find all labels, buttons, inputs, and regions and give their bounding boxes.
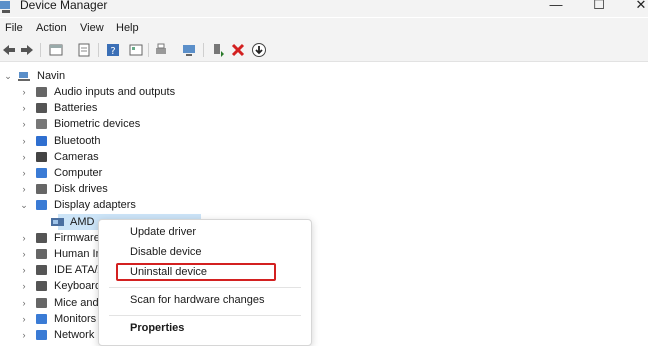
tree-category-label: Computer [54, 167, 103, 179]
tree-category-label: Disk drives [54, 183, 108, 196]
tree-category-label: Display adapters [54, 199, 136, 212]
tree-root-label: Navin [37, 70, 66, 82]
chevron-right-icon[interactable]: › [20, 295, 28, 311]
mouse-icon [36, 297, 47, 308]
menu-help[interactable]: Help [116, 22, 139, 34]
minimize-button[interactable]: — [541, 0, 571, 15]
tree-category-row[interactable]: › Cameras [0, 149, 200, 165]
hid-icon [36, 249, 47, 259]
tree-category-row[interactable]: › Computer [0, 165, 200, 181]
tree-category-label: Audio inputs and outputs [54, 86, 176, 98]
keyboard-icon [36, 281, 47, 292]
back-arrow-icon[interactable] [1, 42, 17, 58]
menu-item-disable-device[interactable]: Disable device [130, 246, 202, 258]
tree-category-label: Bluetooth [54, 134, 101, 147]
tree-category-label: Firmware [54, 231, 100, 244]
tree-category-row[interactable]: › Bluetooth [0, 133, 200, 149]
tree-category-row[interactable]: › Audio inputs and outputs [0, 84, 200, 100]
chevron-right-icon[interactable]: › [20, 84, 28, 100]
device-manager-icon [0, 1, 10, 13]
chevron-right-icon[interactable]: › [20, 116, 28, 132]
properties-sheet-icon[interactable] [76, 42, 92, 58]
print-icon[interactable] [153, 42, 169, 58]
toolbar-divider [98, 43, 99, 57]
scan-hardware-icon[interactable] [181, 42, 197, 58]
tree-category-label: Network [54, 329, 95, 341]
tree-category-label: Batteries [54, 102, 98, 115]
chevron-right-icon[interactable]: › [20, 230, 28, 246]
tree-category-label: Monitors [54, 312, 97, 325]
monitor-icon [36, 313, 47, 324]
camera-icon [36, 151, 47, 162]
chevron-right-icon[interactable]: › [20, 246, 28, 262]
download-icon[interactable] [251, 42, 267, 58]
gpu-icon [51, 218, 64, 226]
svg-text:?: ? [110, 46, 115, 57]
tree-root[interactable]: ⌄ Navin [0, 68, 200, 84]
menu-item-uninstall-device[interactable]: Uninstall device [130, 266, 207, 278]
battery-icon [36, 103, 47, 114]
chevron-right-icon[interactable]: › [20, 278, 28, 294]
chevron-right-icon[interactable]: › [20, 181, 28, 197]
window-title: Device Manager [20, 0, 108, 12]
tree-category-row[interactable]: ⌄ Display adapters [0, 197, 200, 213]
show-hide-tree-icon[interactable] [48, 42, 64, 58]
network-icon [36, 330, 47, 340]
chevron-right-icon[interactable]: › [20, 165, 28, 181]
tree-category-label: Human In [54, 248, 102, 260]
tree-category-label: Mice and [54, 296, 99, 309]
update-driver-icon[interactable] [210, 42, 226, 58]
chevron-down-icon[interactable]: ⌄ [4, 68, 12, 84]
chevron-right-icon[interactable]: › [20, 311, 28, 327]
menu-item-scan-hardware[interactable]: Scan for hardware changes [130, 294, 265, 306]
toolbar-divider [148, 43, 149, 57]
forward-arrow-icon[interactable] [19, 42, 35, 58]
chevron-down-icon[interactable]: ⌄ [20, 197, 28, 213]
toolbar: ? [0, 40, 648, 62]
uninstall-x-icon[interactable] [230, 42, 246, 58]
computer-root-icon [18, 72, 30, 81]
tree-category-label: Biometric devices [54, 118, 141, 131]
menu-file[interactable]: File [5, 22, 23, 34]
context-menu: Update driver Disable device Uninstall d… [98, 219, 312, 346]
close-button[interactable]: ✕ [626, 0, 648, 15]
tree-category-label: Cameras [54, 150, 99, 163]
menu-item-update-driver[interactable]: Update driver [130, 226, 196, 238]
help-icon[interactable]: ? [105, 42, 121, 58]
device-label-amd: AMD [70, 216, 95, 228]
firmware-icon [36, 232, 47, 243]
tree-category-row[interactable]: › Batteries [0, 100, 200, 116]
tree-category-row[interactable]: › Biometric devices [0, 116, 200, 132]
chevron-right-icon[interactable]: › [20, 149, 28, 165]
speaker-icon [36, 87, 47, 97]
chevron-right-icon[interactable]: › [20, 262, 28, 278]
fingerprint-icon [36, 119, 47, 130]
disk-drive-icon [36, 184, 47, 195]
chevron-right-icon[interactable]: › [20, 133, 28, 149]
ide-controller-icon [36, 265, 47, 276]
menu-action[interactable]: Action [36, 22, 67, 34]
menu-separator [109, 287, 301, 288]
menu-view[interactable]: View [80, 22, 104, 34]
bluetooth-icon [36, 135, 47, 146]
maximize-button[interactable]: ☐ [584, 0, 614, 15]
title-bar: Device Manager — ☐ ✕ [0, 0, 648, 17]
toolbar-divider [203, 43, 204, 57]
menu-separator [109, 315, 301, 316]
menu-bar: File Action View Help [0, 18, 648, 40]
menu-item-properties[interactable]: Properties [130, 322, 184, 334]
display-adapter-icon [36, 200, 47, 211]
chevron-right-icon[interactable]: › [20, 100, 28, 116]
monitor-icon [36, 168, 47, 178]
chevron-right-icon[interactable]: › [20, 327, 28, 343]
view-icon[interactable] [128, 42, 144, 58]
tree-category-row[interactable]: › Disk drives [0, 181, 200, 197]
toolbar-divider [40, 43, 41, 57]
